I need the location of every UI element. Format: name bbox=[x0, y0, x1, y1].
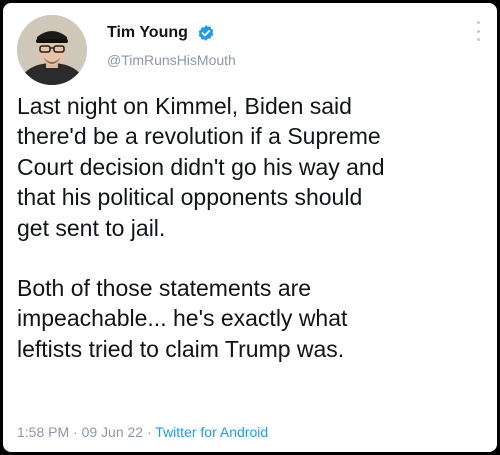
avatar-image bbox=[17, 15, 87, 85]
tweet-time[interactable]: 1:58 PM bbox=[17, 424, 69, 440]
avatar[interactable] bbox=[17, 15, 87, 85]
author-handle[interactable]: @TimRunsHisMouth bbox=[107, 51, 236, 69]
more-options-dot bbox=[476, 29, 480, 33]
tweet-text: Last night on Kimmel, Biden said there'd… bbox=[17, 91, 487, 364]
tweet-source-link[interactable]: Twitter for Android bbox=[155, 424, 268, 440]
meta-separator: · bbox=[146, 424, 152, 440]
tweet-header: Tim Young @TimRunsHisMouth bbox=[17, 15, 487, 85]
tweet-paragraph: Last night on Kimmel, Biden said there'd… bbox=[17, 93, 385, 241]
tweet-card: Tim Young @TimRunsHisMouth Last night on… bbox=[3, 3, 497, 452]
more-options-dot bbox=[476, 38, 480, 41]
author-display-name[interactable]: Tim Young bbox=[107, 23, 188, 43]
meta-separator: · bbox=[73, 424, 78, 440]
author-names: Tim Young @TimRunsHisMouth bbox=[107, 23, 236, 69]
tweet-meta: 1:58 PM · 09 Jun 22 · Twitter for Androi… bbox=[17, 423, 487, 441]
verified-badge-icon bbox=[199, 25, 214, 41]
more-options-dot bbox=[476, 21, 480, 24]
tweet-date[interactable]: 09 Jun 22 bbox=[82, 424, 144, 440]
tweet-paragraph: Both of those statements are impeachable… bbox=[17, 275, 348, 362]
more-options-icon[interactable] bbox=[475, 21, 481, 41]
